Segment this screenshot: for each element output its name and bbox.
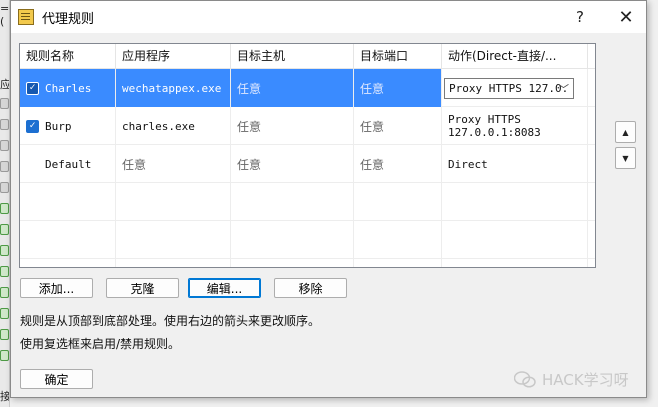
order-hint-text: 规则是从顶部到底部处理。使用右边的箭头来更改顺序。: [20, 314, 321, 328]
clone-button[interactable]: 克隆: [106, 278, 179, 298]
wechat-logo-icon: [514, 371, 536, 388]
rule-enabled-checkbox[interactable]: ✓: [26, 119, 39, 133]
background-file-icon: [0, 161, 9, 172]
rule-name-cell: Default: [20, 145, 116, 183]
background-file-icon: [0, 140, 9, 151]
rule-name-cell: ✓ Burp: [20, 107, 116, 145]
background-file-icon: [0, 287, 9, 298]
dialog-title: 代理规则: [42, 11, 95, 27]
rule-row[interactable]: ✓ Charles wechatappex.exe 任意 任意 Proxy HT…: [20, 69, 595, 107]
watermark: HACK学习呀: [514, 369, 629, 390]
close-button[interactable]: ✕: [606, 1, 646, 33]
background-file-icon: [0, 203, 9, 214]
target-port-cell: 任意: [354, 145, 442, 183]
background-file-icon: [0, 182, 9, 193]
remove-button[interactable]: 移除: [274, 278, 347, 298]
title-bar[interactable]: 代理规则 ? ✕: [11, 1, 646, 33]
proxy-rules-dialog: 代理规则 ? ✕ 规则名称 应用程序 目标主机 目标端口 动作(Direct-直…: [10, 0, 647, 398]
action-cell: Proxy HTTPS 127.0.0.1:8083: [442, 107, 588, 145]
action-cell: Direct: [442, 145, 588, 183]
rule-name: Charles: [45, 81, 92, 95]
background-text: 应: [0, 78, 10, 91]
action-cell: Proxy HTTPS 127.0. ﹀: [442, 69, 588, 107]
column-header-target-host[interactable]: 目标主机: [231, 44, 354, 69]
chevron-down-icon: ﹀: [558, 82, 569, 96]
target-host-cell: 任意: [231, 69, 354, 107]
ok-button[interactable]: 确定: [20, 369, 93, 389]
rule-enabled-checkbox[interactable]: ✓: [26, 81, 39, 95]
rule-name-cell: ✓ Charles: [20, 69, 116, 107]
background-file-icon: [0, 98, 9, 109]
rule-checkbox-placeholder: [26, 158, 39, 171]
empty-row: [20, 221, 595, 259]
help-button[interactable]: ?: [560, 1, 600, 33]
column-header-target-port[interactable]: 目标端口: [354, 44, 442, 69]
target-port-cell: 任意: [354, 107, 442, 145]
background-file-icon: [0, 224, 9, 235]
empty-row: [20, 183, 595, 221]
arrow-down-icon: ▼: [622, 153, 629, 163]
background-file-icon: [0, 350, 9, 361]
rule-row[interactable]: Default 任意 任意 任意 Direct: [20, 145, 595, 183]
background-text: =(: [0, 2, 10, 28]
move-up-button[interactable]: ▲: [615, 121, 636, 143]
action-dropdown[interactable]: Proxy HTTPS 127.0. ﹀: [444, 77, 574, 99]
background-file-icon: [0, 329, 9, 340]
background-text: 接: [0, 390, 10, 403]
rules-list-header: 规则名称 应用程序 目标主机 目标端口 动作(Direct-直接/...: [20, 44, 595, 69]
application-cell: 任意: [116, 145, 231, 183]
rule-name: Default: [45, 157, 92, 171]
rule-row[interactable]: ✓ Burp charles.exe 任意 任意 Proxy HTTPS 127…: [20, 107, 595, 145]
arrow-up-icon: ▲: [622, 127, 629, 137]
watermark-text: HACK学习呀: [542, 371, 629, 389]
background-file-icon: [0, 308, 9, 319]
background-file-icon: [0, 266, 9, 277]
move-down-button[interactable]: ▼: [615, 147, 636, 169]
target-port-cell: 任意: [354, 69, 442, 107]
edit-button[interactable]: 编辑...: [188, 278, 261, 298]
column-header-action[interactable]: 动作(Direct-直接/...: [442, 44, 588, 69]
column-header-application[interactable]: 应用程序: [116, 44, 231, 69]
column-header-rule-name[interactable]: 规则名称: [20, 44, 116, 69]
background-file-icon: [0, 245, 9, 256]
empty-row: [20, 259, 595, 267]
proxifier-app-icon: [18, 9, 34, 25]
checkbox-hint-text: 使用复选框来启用/禁用规则。: [20, 337, 181, 351]
rule-name: Burp: [45, 119, 72, 133]
rules-list[interactable]: 规则名称 应用程序 目标主机 目标端口 动作(Direct-直接/... ✓ C…: [19, 43, 596, 268]
background-file-icon: [0, 119, 9, 130]
action-dropdown-value: Proxy HTTPS 127.0.: [449, 81, 569, 95]
target-host-cell: 任意: [231, 107, 354, 145]
application-cell: charles.exe: [116, 107, 231, 145]
application-cell: wechatappex.exe: [116, 69, 231, 107]
add-button[interactable]: 添加...: [20, 278, 93, 298]
target-host-cell: 任意: [231, 145, 354, 183]
background-app-strip: =( 应 接: [0, 0, 10, 407]
